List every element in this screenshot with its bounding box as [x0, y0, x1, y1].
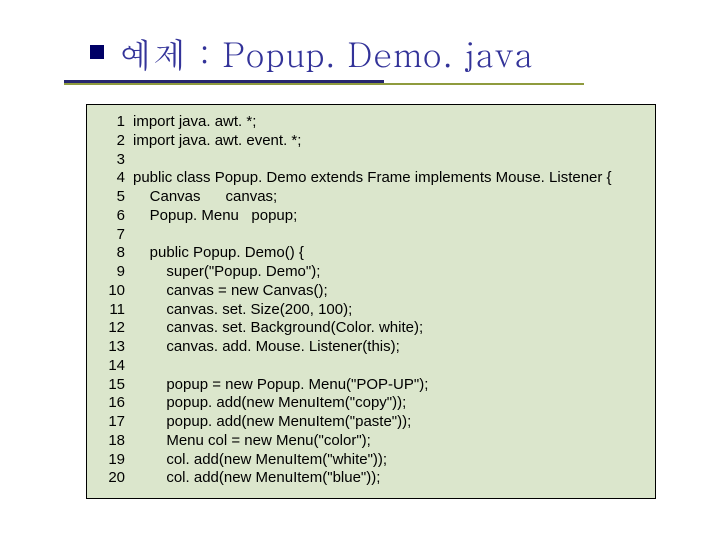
code-line: 6 Popup. Menu popup; — [97, 207, 645, 226]
code-line: 16 popup. add(new MenuItem("copy")); — [97, 394, 645, 413]
line-number: 4 — [97, 169, 125, 188]
line-text: popup. add(new MenuItem("paste")); — [133, 413, 645, 432]
line-number: 2 — [97, 132, 125, 151]
code-line: 14 — [97, 357, 645, 376]
title-bullet-icon — [90, 45, 104, 59]
line-text — [133, 357, 645, 376]
line-text: popup = new Popup. Menu("POP-UP"); — [133, 376, 645, 395]
line-number: 16 — [97, 394, 125, 413]
line-text: public class Popup. Demo extends Frame i… — [133, 169, 645, 188]
code-line: 17 popup. add(new MenuItem("paste")); — [97, 413, 645, 432]
line-text: Canvas canvas; — [133, 188, 645, 207]
line-number: 15 — [97, 376, 125, 395]
line-text: col. add(new MenuItem("white")); — [133, 451, 645, 470]
line-number: 1 — [97, 113, 125, 132]
code-line: 7 — [97, 226, 645, 245]
line-number: 14 — [97, 357, 125, 376]
code-line: 15 popup = new Popup. Menu("POP-UP"); — [97, 376, 645, 395]
line-number: 13 — [97, 338, 125, 357]
code-line: 18 Menu col = new Menu("color"); — [97, 432, 645, 451]
line-number: 17 — [97, 413, 125, 432]
code-line: 2 import java. awt. event. *; — [97, 132, 645, 151]
line-text: col. add(new MenuItem("blue")); — [133, 469, 645, 488]
line-number: 18 — [97, 432, 125, 451]
underline-bar-secondary — [64, 83, 584, 85]
line-text: public Popup. Demo() { — [133, 244, 645, 263]
code-line: 12 canvas. set. Background(Color. white)… — [97, 319, 645, 338]
code-line: 11 canvas. set. Size(200, 100); — [97, 301, 645, 320]
line-number: 7 — [97, 226, 125, 245]
code-line: 3 — [97, 151, 645, 170]
line-text: import java. awt. *; — [133, 113, 645, 132]
line-text: canvas. set. Size(200, 100); — [133, 301, 645, 320]
line-text: import java. awt. event. *; — [133, 132, 645, 151]
code-line: 1 import java. awt. *; — [97, 113, 645, 132]
line-number: 9 — [97, 263, 125, 282]
line-text — [133, 151, 645, 170]
line-number: 20 — [97, 469, 125, 488]
code-line: 8 public Popup. Demo() { — [97, 244, 645, 263]
line-text: super("Popup. Demo"); — [133, 263, 645, 282]
code-block: 1 import java. awt. *; 2 import java. awt. … — [86, 104, 656, 499]
code-line: 20 col. add(new MenuItem("blue")); — [97, 469, 645, 488]
line-text: Menu col = new Menu("color"); — [133, 432, 645, 451]
slide-title: 예제 : Popup. Demo. java — [118, 28, 533, 77]
line-text: canvas = new Canvas(); — [133, 282, 645, 301]
line-number: 19 — [97, 451, 125, 470]
line-number: 3 — [97, 151, 125, 170]
slide-title-row: 예제 : Popup. Demo. java — [90, 24, 680, 80]
code-line: 13 canvas. add. Mouse. Listener(this); — [97, 338, 645, 357]
line-number: 8 — [97, 244, 125, 263]
line-number: 11 — [97, 301, 125, 320]
code-line: 5 Canvas canvas; — [97, 188, 645, 207]
line-number: 10 — [97, 282, 125, 301]
line-text: popup. add(new MenuItem("copy")); — [133, 394, 645, 413]
line-number: 12 — [97, 319, 125, 338]
line-text — [133, 226, 645, 245]
code-line: 10 canvas = new Canvas(); — [97, 282, 645, 301]
code-line: 19 col. add(new MenuItem("white")); — [97, 451, 645, 470]
line-number: 6 — [97, 207, 125, 226]
code-line: 4 public class Popup. Demo extends Frame … — [97, 169, 645, 188]
line-text: canvas. add. Mouse. Listener(this); — [133, 338, 645, 357]
code-line: 9 super("Popup. Demo"); — [97, 263, 645, 282]
line-number: 5 — [97, 188, 125, 207]
line-text: canvas. set. Background(Color. white); — [133, 319, 645, 338]
title-underline — [64, 80, 644, 86]
line-text: Popup. Menu popup; — [133, 207, 645, 226]
